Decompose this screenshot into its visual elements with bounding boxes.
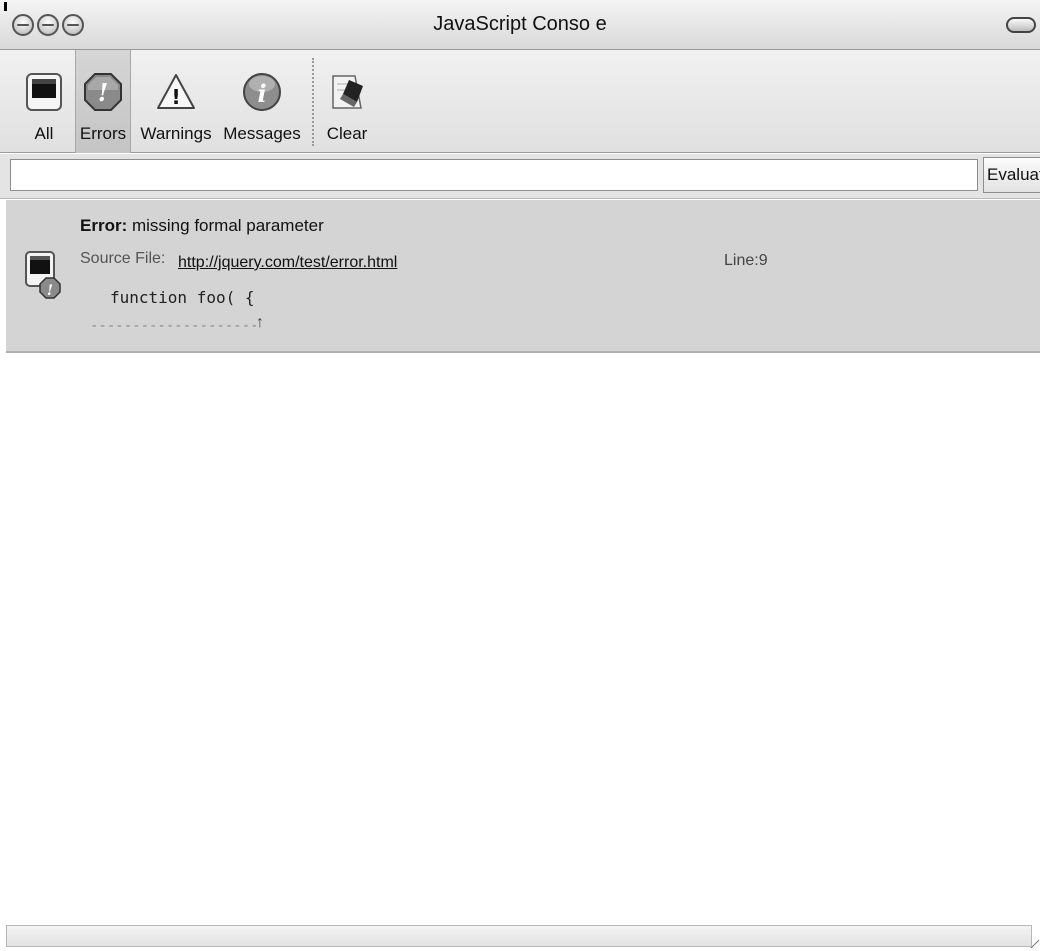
evaluate-button[interactable]: Evaluat xyxy=(983,157,1040,193)
toolbar-messages-button[interactable]: i Messages xyxy=(221,50,303,153)
evaluate-bar: Evaluat xyxy=(0,154,1040,199)
resize-grip-icon[interactable] xyxy=(1028,937,1040,949)
toolbar-all-label: All xyxy=(34,124,54,143)
console-log-list[interactable]: ! Error: missing formal parameter Source… xyxy=(0,200,1040,922)
window-corner-mark xyxy=(4,2,7,11)
line-number: Line:9 xyxy=(724,252,768,269)
svg-text:!: ! xyxy=(98,78,109,107)
eraser-icon xyxy=(332,75,363,109)
svg-text:!: ! xyxy=(171,85,180,109)
toolbar-warnings-button[interactable]: ! Warnings xyxy=(138,50,214,153)
error-octagon-icon: ! xyxy=(84,73,122,111)
status-bar xyxy=(6,925,1032,947)
log-entry[interactable]: ! Error: missing formal parameter Source… xyxy=(6,200,1040,353)
error-pointer-arrow: ↑ xyxy=(256,314,264,331)
toolbar-clear-button[interactable]: Clear xyxy=(322,50,372,153)
source-file-label: Source File: xyxy=(80,250,166,267)
toolbar-all-button[interactable]: All xyxy=(14,50,74,153)
toolbar-toggle-button[interactable] xyxy=(1006,17,1036,33)
warning-triangle-icon: ! xyxy=(157,74,195,109)
window-title: JavaScript Conso e xyxy=(433,13,607,35)
error-message: Error: missing formal parameter xyxy=(80,216,324,236)
error-message-text: missing formal parameter xyxy=(131,216,324,235)
error-type-label: Error: xyxy=(80,216,128,235)
window-titlebar: JavaScript Conso e xyxy=(0,0,1040,50)
error-entry-icon: ! xyxy=(25,251,61,299)
error-source-code: function foo( { xyxy=(110,288,255,307)
svg-text:i: i xyxy=(257,79,266,108)
info-circle-icon: i xyxy=(243,73,281,111)
toolbar-errors-label: Errors xyxy=(79,124,127,143)
error-pointer-dashes: -------------------- xyxy=(90,318,259,334)
toolbar-messages-label: Messages xyxy=(223,124,301,143)
source-file-link[interactable]: http://jquery.com/test/error.html xyxy=(178,254,397,272)
console-toolbar: All ! Errors ! Warnings i Messages Clear xyxy=(0,50,1040,153)
toolbar-clear-label: Clear xyxy=(326,124,368,143)
all-console-icon xyxy=(26,73,62,111)
toolbar-separator xyxy=(312,58,314,146)
toolbar-errors-button[interactable]: ! Errors xyxy=(75,50,131,153)
svg-text:!: ! xyxy=(47,283,53,299)
toolbar-warnings-label: Warnings xyxy=(140,124,212,143)
evaluate-code-input[interactable] xyxy=(10,159,978,191)
